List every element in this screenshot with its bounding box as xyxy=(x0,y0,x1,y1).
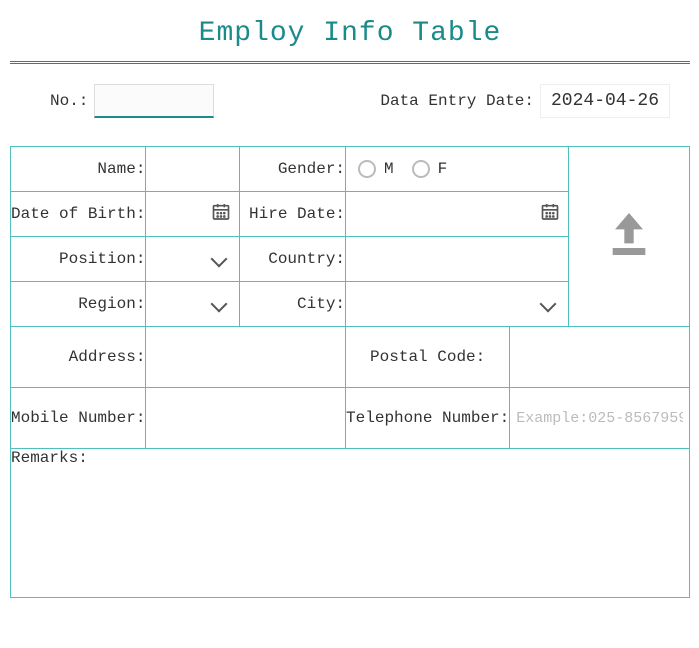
region-label: Region: xyxy=(11,282,146,327)
country-label: Country: xyxy=(240,237,346,282)
city-input[interactable] xyxy=(346,282,568,326)
country-input[interactable] xyxy=(346,237,568,281)
dob-input[interactable] xyxy=(146,192,239,236)
name-label: Name: xyxy=(11,147,146,192)
no-label: No.: xyxy=(50,92,88,110)
position-select[interactable] xyxy=(146,237,239,281)
form-grid: Name: Gender: M F xyxy=(10,146,690,598)
remarks-textarea[interactable] xyxy=(11,466,689,595)
telephone-label: Telephone Number: xyxy=(346,388,510,449)
address-input[interactable] xyxy=(146,327,345,387)
page-title: Employ Info Table xyxy=(10,10,690,61)
radio-icon xyxy=(412,160,430,178)
radio-icon xyxy=(358,160,376,178)
dob-label: Date of Birth: xyxy=(11,192,146,237)
entry-date-label: Data Entry Date: xyxy=(380,92,534,110)
name-input[interactable] xyxy=(146,147,239,191)
gender-label: Gender: xyxy=(240,147,346,192)
hire-input[interactable] xyxy=(346,192,568,236)
photo-upload-cell[interactable] xyxy=(568,147,689,327)
city-label: City: xyxy=(240,282,346,327)
hire-label: Hire Date: xyxy=(240,192,346,237)
gender-radio-m[interactable]: M xyxy=(358,160,394,178)
postal-label: Postal Code: xyxy=(346,327,510,388)
address-label: Address: xyxy=(11,327,146,388)
telephone-input[interactable] xyxy=(510,388,689,448)
upload-icon xyxy=(601,206,657,267)
divider xyxy=(10,61,690,64)
no-input[interactable] xyxy=(94,84,214,118)
position-label: Position: xyxy=(11,237,146,282)
gender-radio-f[interactable]: F xyxy=(412,160,448,178)
entry-date-input[interactable] xyxy=(540,84,670,118)
gender-radio-group: M F xyxy=(346,147,568,191)
postal-input[interactable] xyxy=(510,327,689,387)
city-select[interactable] xyxy=(346,282,568,326)
gender-f-label: F xyxy=(438,160,448,178)
mobile-input[interactable] xyxy=(146,388,345,448)
mobile-label: Mobile Number: xyxy=(11,388,146,449)
top-row: No.: Data Entry Date: xyxy=(10,84,690,146)
region-select[interactable] xyxy=(146,282,239,326)
gender-m-label: M xyxy=(384,160,394,178)
